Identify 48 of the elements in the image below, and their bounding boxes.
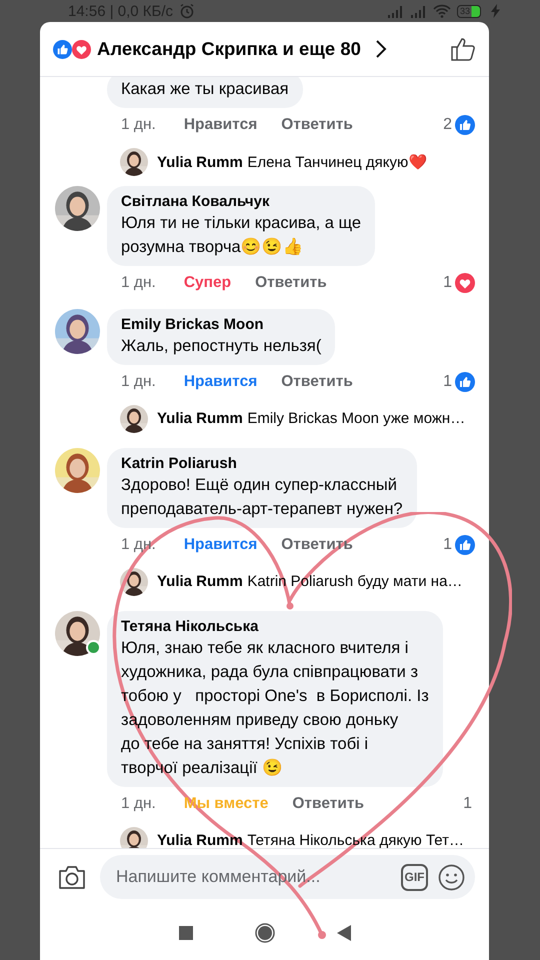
reply-preview[interactable]: Тетяна Нікольська дякую Тет… (247, 832, 464, 848)
comment-author[interactable]: Тетяна Нікольська (121, 617, 429, 636)
reply-link[interactable]: Ответить (292, 795, 364, 813)
home-icon[interactable] (254, 922, 274, 942)
chevron-right-icon[interactable] (374, 39, 387, 59)
comment-text: Юля ти не тільки красива, а ще розумна творча😊😉👍 (121, 213, 362, 258)
comment-author[interactable]: Katrin Poliarush (121, 454, 403, 473)
reply-author[interactable]: Yulia Rumm (157, 154, 243, 170)
comment-time: 1 дн. (121, 795, 156, 813)
thumbs-up-icon[interactable] (451, 36, 475, 62)
comment-time: 1 дн. (121, 274, 156, 292)
reply-link[interactable]: Ответить (281, 116, 353, 134)
react-link[interactable]: Супер (184, 274, 232, 292)
camera-icon[interactable] (58, 864, 86, 890)
reaction-count[interactable]: 1 (443, 274, 452, 292)
comment-text: Какая же ты красивая (121, 79, 289, 100)
comment-time: 1 дн. (121, 373, 156, 391)
smiley-icon[interactable] (438, 864, 465, 890)
react-link[interactable]: Нравится (184, 116, 258, 134)
comment-time: 1 дн. (121, 116, 156, 134)
reaction-count[interactable]: 1 (463, 795, 472, 813)
reaction-count[interactable]: 1 (443, 373, 452, 391)
react-link[interactable]: Нравится (184, 373, 258, 391)
reply-author[interactable]: Yulia Rumm (157, 573, 243, 590)
comment-text: Юля, знаю тебе як класного вчителя і художника, рада була співпрацювати з тобою у просторі One's в Борисполі. Із задоволенням приведу свою доньку до тебе на заняття! Успіхів тобі і творчої реалізації 😉 (121, 638, 429, 779)
reactions-summary[interactable]: Александр Скрипка и еще 80 (97, 38, 361, 60)
reply-preview[interactable]: Emily Brickas Moon уже можн… (247, 410, 466, 427)
gif-button[interactable]: GIF (401, 864, 428, 890)
reply-author[interactable]: Yulia Rumm (157, 410, 243, 427)
reply-link[interactable]: Ответить (281, 373, 353, 391)
comment-text: Жаль, репостнуть нельзя( (121, 336, 322, 357)
reply-preview[interactable]: Елена Танчинец дякую❤ (247, 154, 428, 170)
comment-author[interactable]: Emily Brickas Moon (121, 315, 322, 334)
charging-icon (491, 4, 500, 18)
wifi-icon (433, 4, 451, 18)
reaction-count[interactable]: 1 (443, 536, 452, 554)
reply-author[interactable]: Yulia Rumm (157, 832, 243, 848)
alarm-icon (179, 3, 196, 19)
react-link[interactable]: Нравится (184, 536, 258, 554)
signal-icon (410, 4, 427, 18)
back-icon[interactable] (336, 924, 350, 940)
reply-link[interactable]: Ответить (255, 274, 327, 292)
comment-text: Здорово! Ещё один супер-классный преподаватель-арт-терапевт нужен? (121, 475, 403, 520)
comment-author[interactable]: Світлана Ковальчук (121, 192, 362, 211)
signal-icon (387, 4, 404, 18)
reaction-count[interactable]: 2 (443, 116, 452, 134)
recents-icon[interactable] (178, 926, 192, 940)
reply-preview[interactable]: Katrin Poliarush буду мати на… (247, 573, 462, 590)
